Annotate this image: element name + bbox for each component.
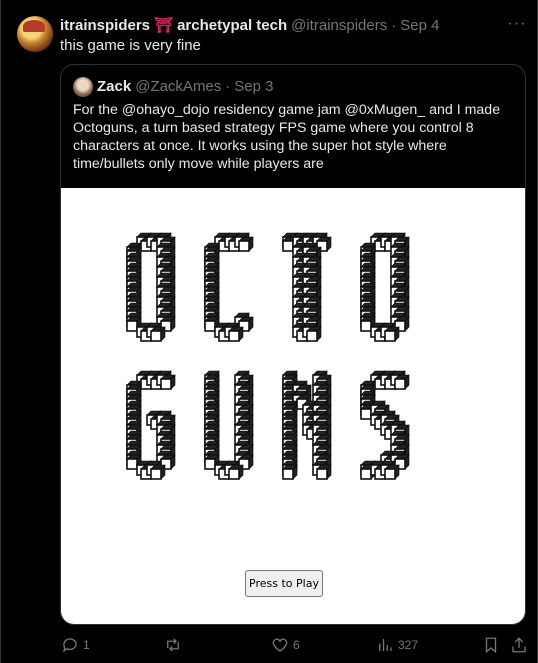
bookmark-icon xyxy=(485,637,497,654)
tweet-date[interactable]: Sep 4 xyxy=(400,17,439,34)
quoted-text: For the @ohayo_dojo residency game jam @… xyxy=(73,102,501,172)
game-embed[interactable]: Press to Play xyxy=(61,188,525,624)
quoted-display-name[interactable]: Zack xyxy=(97,78,131,95)
quoted-separator: · xyxy=(225,78,231,95)
bookmark-button[interactable] xyxy=(482,634,500,656)
press-to-play-button[interactable]: Press to Play xyxy=(245,570,323,597)
author-display-name[interactable]: itrainspiders xyxy=(60,17,150,34)
header-separator: · xyxy=(391,16,397,34)
quoted-date[interactable]: Sep 3 xyxy=(234,78,273,95)
more-icon[interactable]: ··· xyxy=(507,14,527,34)
torii-icon: ⛩ xyxy=(154,17,174,34)
tweet-card[interactable]: itrainspiders ⛩ archetypal tech @itrains… xyxy=(0,0,538,663)
views-count: 327 xyxy=(398,638,419,652)
reply-count: 1 xyxy=(83,638,90,652)
quoted-tweet[interactable]: Zack @ZackAmes · Sep 3 For the @ohayo_do… xyxy=(60,64,526,625)
reply-icon xyxy=(62,638,77,653)
like-icon xyxy=(272,638,288,652)
quoted-handle[interactable]: @ZackAmes xyxy=(135,78,221,95)
tweet-header: itrainspiders ⛩ archetypal tech @itrains… xyxy=(60,16,439,35)
like-button[interactable]: 6 xyxy=(271,634,300,656)
quoted-header: Zack @ZackAmes · Sep 3 xyxy=(97,78,273,95)
octoguns-logo xyxy=(126,232,410,480)
action-bar: 1 6 327 xyxy=(1,634,538,656)
views-button[interactable]: 327 xyxy=(376,634,418,656)
share-button[interactable] xyxy=(510,634,528,656)
quoted-author-avatar[interactable] xyxy=(73,77,93,97)
share-icon xyxy=(512,637,526,653)
author-handle[interactable]: @itrainspiders xyxy=(291,17,387,34)
author-name-suffix[interactable]: archetypal tech xyxy=(177,17,287,34)
tweet-text: this game is very fine xyxy=(60,37,201,54)
retweet-button[interactable] xyxy=(164,634,186,656)
like-count: 6 xyxy=(293,638,300,652)
views-icon xyxy=(379,639,392,651)
reply-button[interactable]: 1 xyxy=(61,634,90,656)
retweet-icon xyxy=(167,638,179,652)
author-avatar[interactable] xyxy=(17,16,53,52)
logo-cubes xyxy=(126,232,410,480)
